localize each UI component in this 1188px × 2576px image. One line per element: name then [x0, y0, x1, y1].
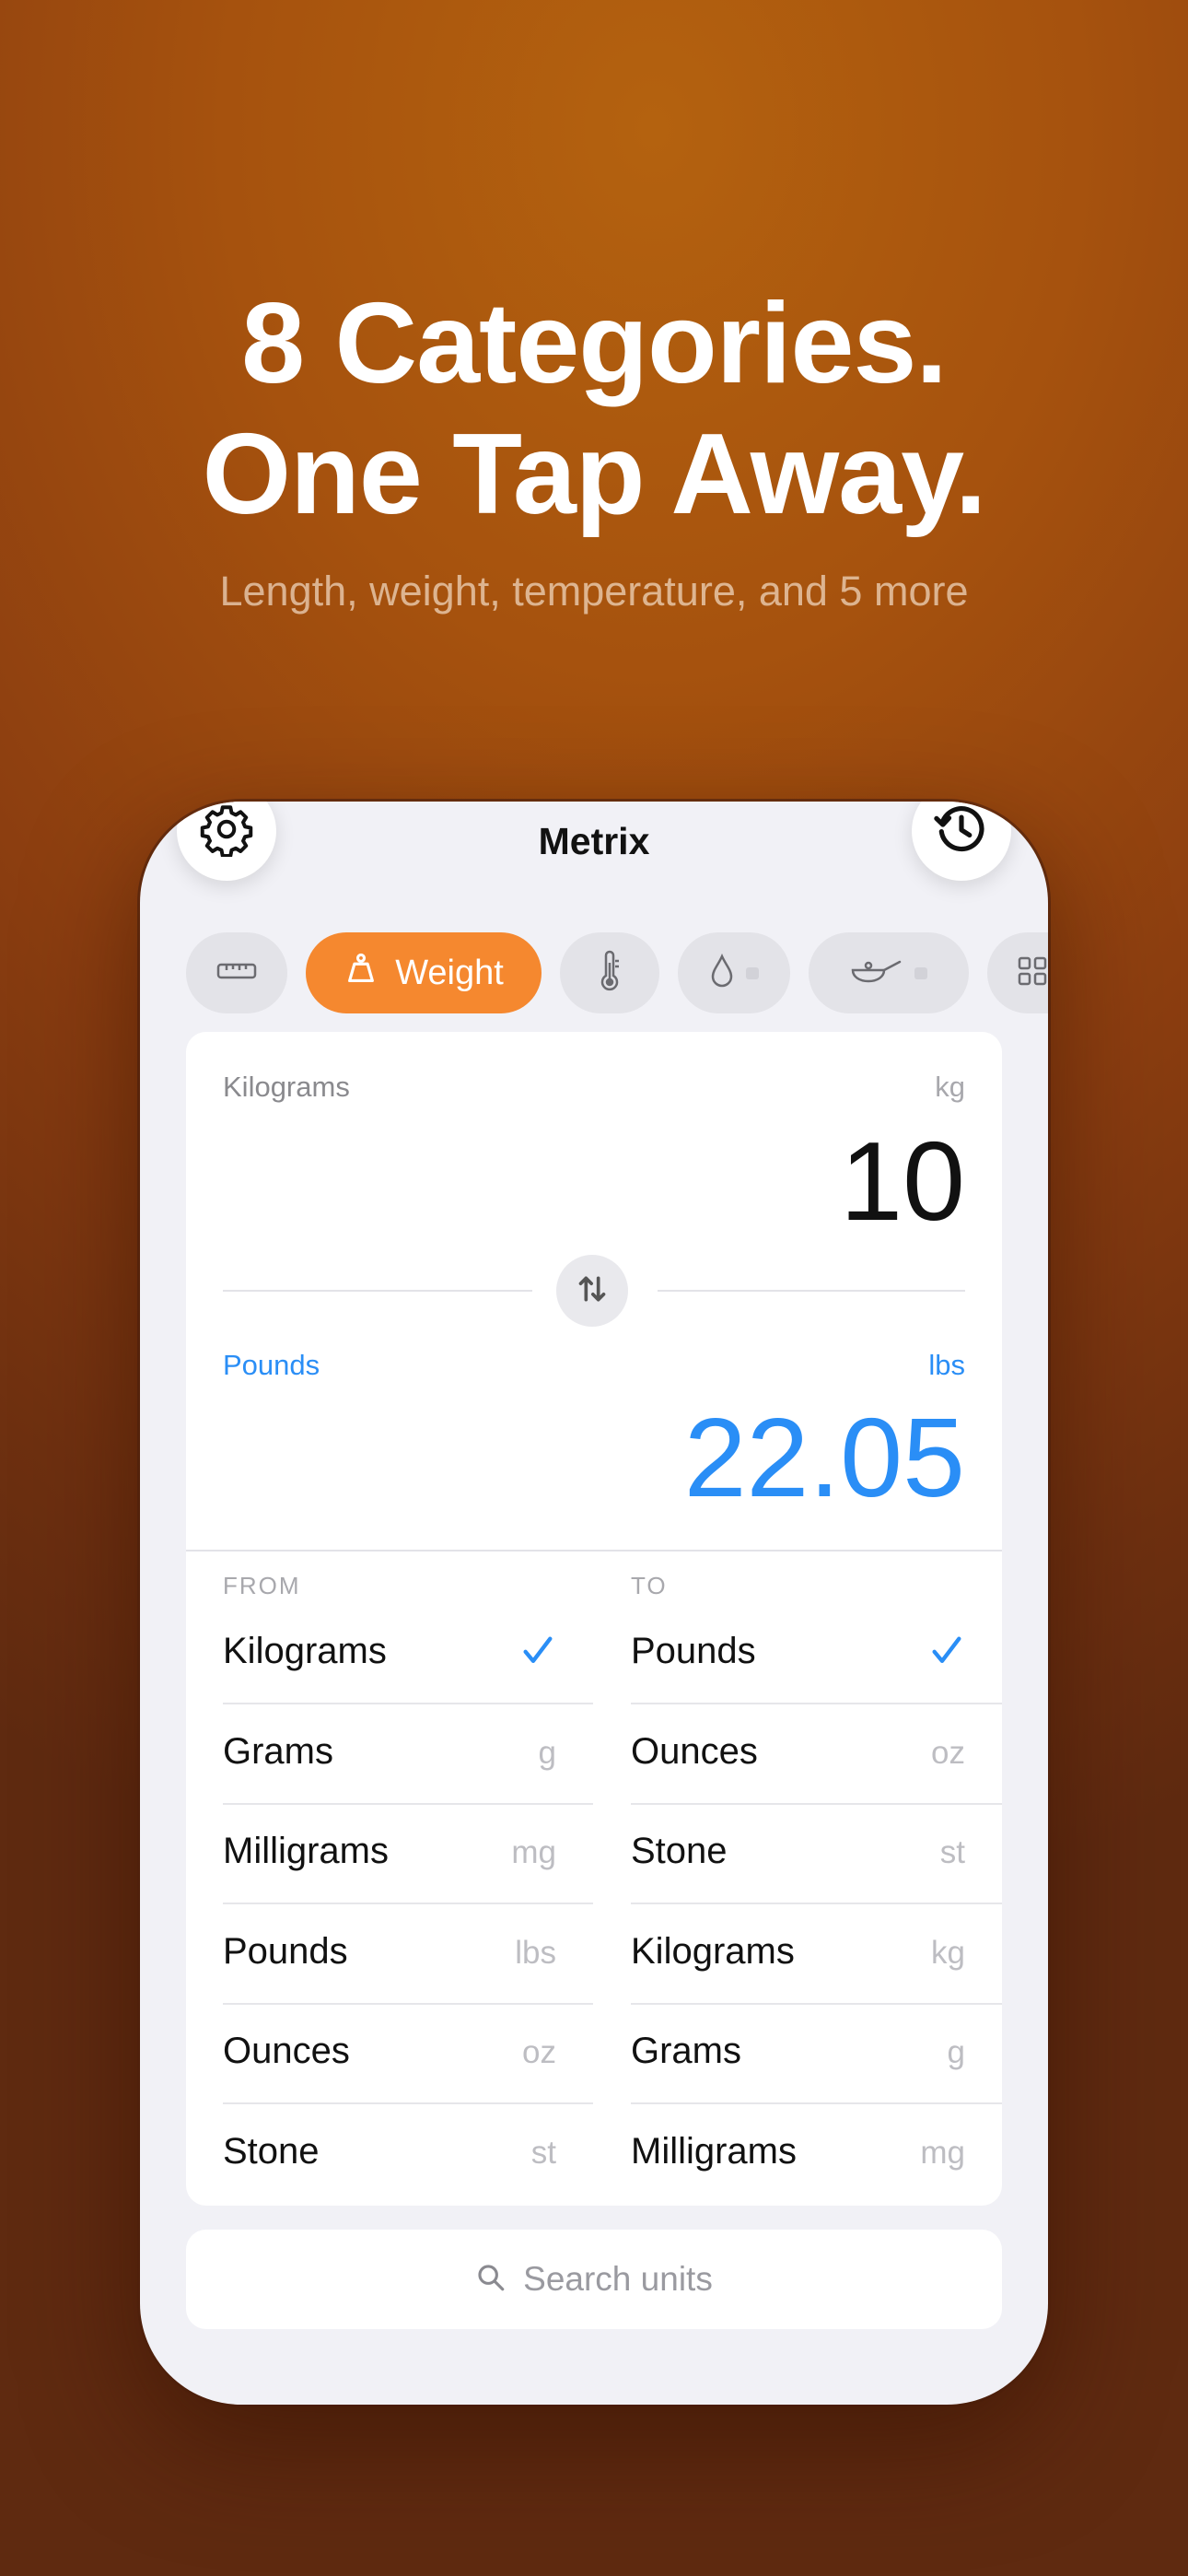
- search-field[interactable]: Search units: [186, 2230, 1002, 2329]
- unit-name: Milligrams: [223, 1831, 389, 1871]
- checkmark-icon: [519, 1633, 556, 1674]
- to-unit-row[interactable]: Kilograms kg: [631, 1905, 1002, 2005]
- to-list: TO Pounds Ounces oz Stone st Kilograms kg Grams…: [631, 1551, 1002, 2206]
- from-list-header: FROM: [223, 1572, 301, 1599]
- pan-icon: [850, 955, 903, 991]
- from-unit-row[interactable]: Grams g: [223, 1705, 593, 1805]
- from-unit-name: Kilograms: [223, 1071, 350, 1103]
- to-list-header: TO: [631, 1572, 668, 1599]
- from-value[interactable]: 10: [840, 1117, 965, 1246]
- phone-screen: Metrix Weight Kilograms kg 10 Pounds lbs…: [140, 802, 1048, 2405]
- unit-abbr: oz: [522, 2034, 556, 2070]
- lock-icon: [914, 966, 927, 979]
- swap-arrows-icon: [574, 1270, 611, 1312]
- to-unit-row[interactable]: Stone st: [631, 1805, 1002, 1904]
- unit-name: Pounds: [631, 1631, 756, 1671]
- swap-button[interactable]: [556, 1255, 628, 1327]
- divider-right: [658, 1290, 965, 1292]
- unit-name: Milligrams: [631, 2130, 797, 2172]
- droplet-icon: [709, 953, 735, 993]
- from-unit-row[interactable]: Stone st: [223, 2105, 593, 2205]
- to-unit-row[interactable]: Milligrams mg: [631, 2105, 1002, 2205]
- category-more-chip[interactable]: [987, 932, 1048, 1013]
- unit-name: Ounces: [223, 2031, 350, 2071]
- to-unit-row[interactable]: Pounds: [631, 1605, 1002, 1704]
- unit-abbr: kg: [931, 1934, 965, 1971]
- unit-abbr: mg: [511, 1834, 556, 1870]
- category-length-chip[interactable]: [186, 932, 287, 1013]
- unit-name: Pounds: [223, 1930, 348, 1972]
- from-unit-abbr: kg: [935, 1071, 965, 1103]
- unit-abbr: g: [947, 2034, 965, 2070]
- subheadline: Length, weight, temperature, and 5 more: [219, 568, 969, 615]
- headline-line-1: 8 Categories.: [241, 280, 948, 407]
- unit-abbr: mg: [920, 2134, 965, 2171]
- to-unit-name: Pounds: [223, 1349, 320, 1381]
- unit-name: Stone: [223, 2130, 320, 2172]
- checkmark-icon: [928, 1633, 965, 1674]
- search-placeholder: Search units: [523, 2260, 713, 2298]
- from-unit-row[interactable]: Milligrams mg: [223, 1805, 593, 1904]
- category-weight-label: Weight: [395, 953, 504, 992]
- divider-left: [223, 1290, 532, 1292]
- lock-icon: [746, 966, 759, 979]
- unit-abbr: lbs: [515, 1934, 556, 1971]
- to-unit-abbr: lbs: [928, 1349, 965, 1381]
- unit-name: Grams: [223, 1730, 333, 1772]
- thermometer-icon: [596, 950, 623, 997]
- from-unit-row[interactable]: Pounds lbs: [223, 1905, 593, 2005]
- from-unit-row[interactable]: Ounces oz: [223, 2005, 593, 2104]
- history-clock-icon: [933, 802, 990, 862]
- to-value: 22.05: [683, 1395, 965, 1520]
- category-cooking-chip[interactable]: [809, 932, 969, 1013]
- weight-icon: [344, 951, 379, 995]
- unit-name: Ounces: [631, 1730, 758, 1772]
- from-list: FROM Kilograms Grams g Milligrams mg Pounds lb…: [223, 1551, 593, 2206]
- unit-name: Kilograms: [631, 1930, 795, 1972]
- unit-abbr: st: [939, 1834, 965, 1870]
- unit-abbr: g: [538, 1734, 556, 1771]
- conversion-card: Kilograms kg 10 Pounds lbs 22.05 FROM Ki…: [186, 1032, 1002, 2206]
- category-bar: Weight: [186, 932, 1048, 1013]
- from-unit-row[interactable]: Kilograms: [223, 1605, 593, 1704]
- category-volume-chip[interactable]: [678, 932, 790, 1013]
- ruler-icon: [215, 959, 258, 988]
- grid-icon: [1017, 955, 1048, 991]
- unit-abbr: oz: [931, 1734, 965, 1771]
- category-temperature-chip[interactable]: [560, 932, 659, 1013]
- history-button[interactable]: [912, 802, 1011, 881]
- search-icon: [475, 2262, 507, 2298]
- to-unit-row[interactable]: Ounces oz: [631, 1705, 1002, 1805]
- unit-name: Kilograms: [223, 1631, 387, 1671]
- unit-name: Grams: [631, 2031, 741, 2071]
- headline-line-2: One Tap Away.: [202, 411, 987, 538]
- to-unit-row[interactable]: Grams g: [631, 2005, 1002, 2104]
- unit-name: Stone: [631, 1831, 728, 1871]
- unit-abbr: st: [530, 2134, 556, 2171]
- category-weight-chip[interactable]: Weight: [306, 932, 542, 1013]
